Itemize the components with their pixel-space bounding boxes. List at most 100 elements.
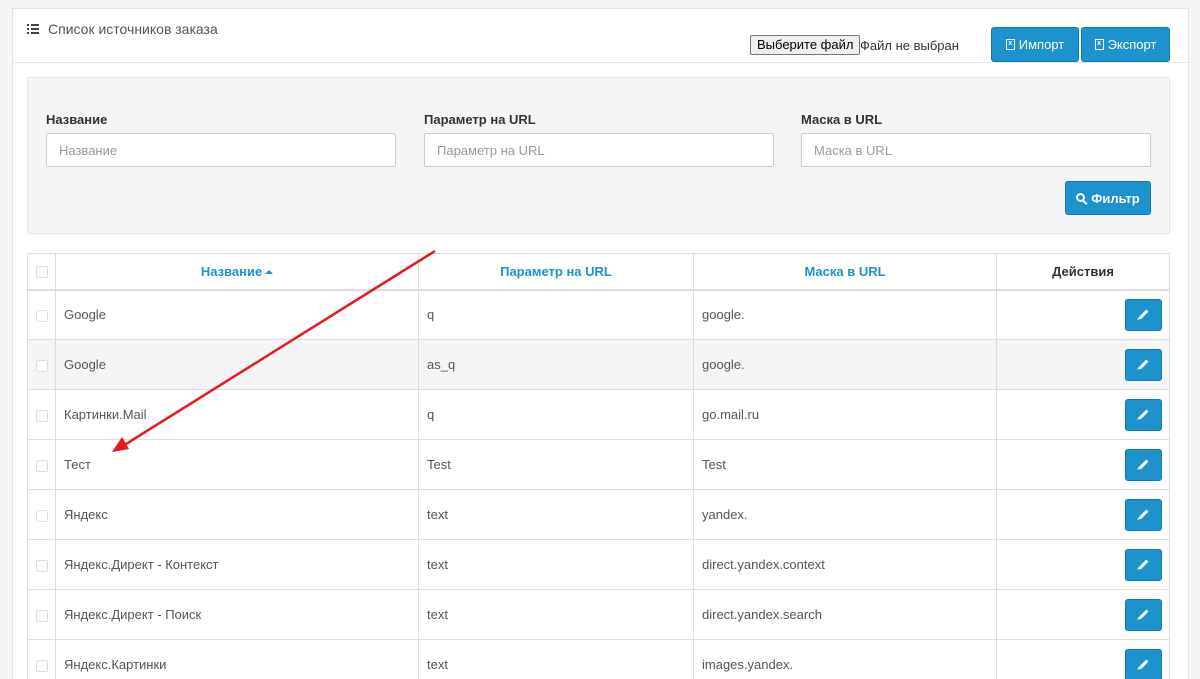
edit-button[interactable] bbox=[1125, 548, 1162, 581]
row-select-cell bbox=[27, 589, 56, 640]
row-checkbox[interactable] bbox=[35, 459, 48, 472]
row-mask: direct.yandex.search bbox=[693, 589, 997, 640]
row-name: Картинки.Mail bbox=[55, 389, 419, 440]
table-row: Google as_q google. bbox=[27, 339, 1170, 390]
excel-file-icon: x bbox=[1094, 39, 1104, 50]
pencil-icon bbox=[1138, 459, 1149, 470]
order-sources-table: Название Параметр на URL Маска в URL Дей… bbox=[27, 253, 1170, 679]
filter-panel: Название Параметр на URL Маска в URL Фил… bbox=[27, 77, 1170, 234]
file-status-text: Файл не выбран bbox=[860, 38, 959, 53]
column-header-name[interactable]: Название bbox=[55, 253, 419, 291]
row-checkbox[interactable] bbox=[35, 409, 48, 422]
row-checkbox[interactable] bbox=[35, 659, 48, 672]
row-actions bbox=[996, 389, 1170, 440]
pencil-icon bbox=[1138, 509, 1149, 520]
row-param: Test bbox=[418, 439, 694, 490]
row-select-cell bbox=[27, 339, 56, 390]
table-row: Картинки.Mail q go.mail.ru bbox=[27, 389, 1170, 440]
row-name: Яндекс.Директ - Поиск bbox=[55, 589, 419, 640]
row-select-cell bbox=[27, 489, 56, 540]
mask-filter-input[interactable] bbox=[801, 133, 1151, 167]
row-select-cell bbox=[27, 389, 56, 440]
pencil-icon bbox=[1138, 309, 1149, 320]
import-label: Импорт bbox=[1018, 37, 1065, 52]
table-row: Google q google. bbox=[27, 289, 1170, 340]
row-select-cell bbox=[27, 289, 56, 340]
row-param: q bbox=[418, 389, 694, 440]
row-actions bbox=[996, 489, 1170, 540]
row-select-cell bbox=[27, 439, 56, 490]
row-actions bbox=[996, 339, 1170, 390]
row-name: Яндекс bbox=[55, 489, 419, 540]
row-checkbox[interactable] bbox=[35, 359, 48, 372]
edit-button[interactable] bbox=[1125, 498, 1162, 531]
row-mask: google. bbox=[693, 339, 997, 390]
row-mask: Test bbox=[693, 439, 997, 490]
column-header-actions: Действия bbox=[996, 253, 1170, 291]
table-row: Яндекс.Директ - Контекст text direct.yande… bbox=[27, 539, 1170, 590]
table-row: Яндекс text yandex. bbox=[27, 489, 1170, 540]
excel-file-icon: x bbox=[1005, 39, 1015, 50]
row-checkbox[interactable] bbox=[35, 509, 48, 522]
row-select-cell bbox=[27, 539, 56, 590]
row-param: text bbox=[418, 639, 694, 679]
filter-button[interactable]: Фильтр bbox=[1065, 181, 1151, 215]
edit-button[interactable] bbox=[1125, 398, 1162, 431]
import-button[interactable]: x Импорт bbox=[991, 27, 1079, 62]
name-filter-input[interactable] bbox=[46, 133, 396, 167]
row-actions bbox=[996, 439, 1170, 490]
table-row: Яндекс.Картинки text images.yandex. bbox=[27, 639, 1170, 679]
sort-asc-icon bbox=[265, 269, 274, 274]
table-header-row: Название Параметр на URL Маска в URL Дей… bbox=[27, 253, 1170, 291]
panel-heading: Список источников заказа Выберите файл Ф… bbox=[13, 9, 1188, 63]
row-mask: yandex. bbox=[693, 489, 997, 540]
search-icon bbox=[1076, 192, 1086, 202]
row-mask: go.mail.ru bbox=[693, 389, 997, 440]
name-filter-label: Название bbox=[46, 112, 108, 127]
edit-button[interactable] bbox=[1125, 348, 1162, 381]
row-param: text bbox=[418, 539, 694, 590]
row-actions bbox=[996, 639, 1170, 679]
row-param: text bbox=[418, 589, 694, 640]
row-name: Яндекс.Директ - Контекст bbox=[55, 539, 419, 590]
export-button[interactable]: x Экспорт bbox=[1081, 27, 1170, 62]
page-title: Список источников заказа bbox=[27, 21, 218, 37]
row-param: text bbox=[418, 489, 694, 540]
mask-filter-label: Маска в URL bbox=[801, 112, 883, 127]
param-filter-input[interactable] bbox=[424, 133, 774, 167]
select-all-checkbox[interactable] bbox=[35, 266, 48, 279]
row-param: as_q bbox=[418, 339, 694, 390]
row-actions bbox=[996, 589, 1170, 640]
pencil-icon bbox=[1138, 559, 1149, 570]
column-header-mask[interactable]: Маска в URL bbox=[693, 253, 997, 291]
row-name: Google bbox=[55, 289, 419, 340]
column-header-param[interactable]: Параметр на URL bbox=[418, 253, 694, 291]
order-sources-panel: Список источников заказа Выберите файл Ф… bbox=[12, 8, 1189, 679]
filter-button-label: Фильтр bbox=[1091, 190, 1140, 206]
pencil-icon bbox=[1138, 659, 1149, 670]
row-mask: images.yandex. bbox=[693, 639, 997, 679]
list-icon bbox=[27, 24, 39, 34]
row-name: Тест bbox=[55, 439, 419, 490]
row-select-cell bbox=[27, 639, 56, 679]
select-all-cell bbox=[27, 253, 56, 291]
row-mask: google. bbox=[693, 289, 997, 340]
row-checkbox[interactable] bbox=[35, 609, 48, 622]
row-actions bbox=[996, 539, 1170, 590]
export-label: Экспорт bbox=[1107, 37, 1157, 52]
param-filter-label: Параметр на URL bbox=[424, 112, 536, 127]
edit-button[interactable] bbox=[1125, 648, 1162, 679]
row-checkbox[interactable] bbox=[35, 309, 48, 322]
edit-button[interactable] bbox=[1125, 448, 1162, 481]
row-name: Яндекс.Картинки bbox=[55, 639, 419, 679]
edit-button[interactable] bbox=[1125, 598, 1162, 631]
choose-file-button[interactable]: Выберите файл bbox=[750, 35, 861, 55]
table-row: Яндекс.Директ - Поиск text direct.yandex.s… bbox=[27, 589, 1170, 640]
row-actions bbox=[996, 289, 1170, 340]
row-name: Google bbox=[55, 339, 419, 390]
page-title-text: Список источников заказа bbox=[48, 21, 218, 37]
row-checkbox[interactable] bbox=[35, 559, 48, 572]
pencil-icon bbox=[1138, 359, 1149, 370]
edit-button[interactable] bbox=[1125, 298, 1162, 331]
pencil-icon bbox=[1138, 609, 1149, 620]
